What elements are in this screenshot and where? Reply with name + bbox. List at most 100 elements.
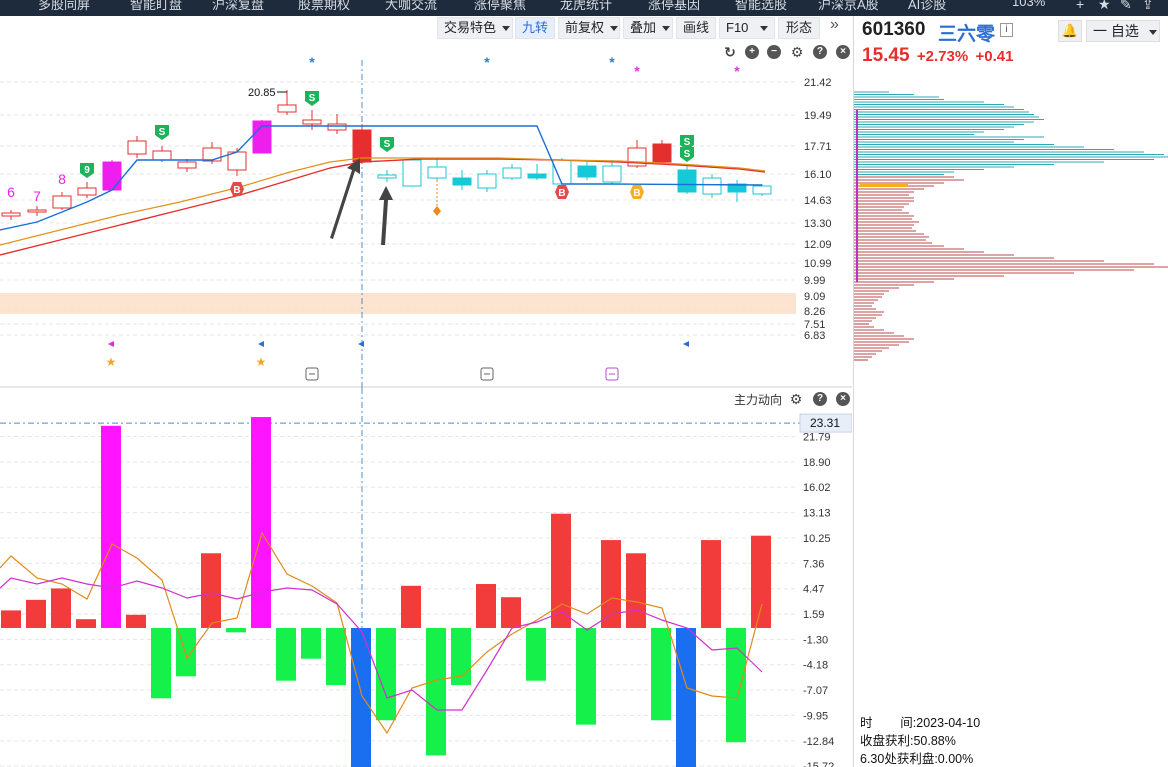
flow-bar (701, 540, 721, 628)
nine-turn-count: 8 (58, 171, 66, 187)
nine-turn-button[interactable]: 九转 (515, 17, 555, 39)
overlay-dropdown[interactable]: 叠加 (623, 17, 673, 39)
star-icon[interactable]: ★ (1098, 0, 1111, 13)
pre-adjust-dropdown[interactable]: 前复权 (558, 17, 620, 39)
zoom-in-icon[interactable]: + (745, 45, 759, 59)
sell-badge-text: S (159, 127, 166, 138)
candle-body (702, 177, 722, 195)
nav-item-smart-watch[interactable]: 智能盯盘 (130, 0, 182, 13)
flow-bar (651, 627, 671, 721)
add-favorite-dropdown[interactable]: 一 自选 (1086, 20, 1160, 42)
refresh-icon[interactable]: ↻ (723, 45, 737, 59)
gear-icon[interactable]: ⚙ (790, 45, 804, 59)
main-force-chart[interactable]: 21.79 18.90 16.02 13.13 10.25 7.36 4.47 1.59 -1.… (0, 388, 852, 767)
draw-line-button[interactable]: 画线 (676, 17, 716, 39)
candle-body (502, 167, 522, 179)
asterisk-marker: * (609, 54, 615, 70)
candle-body (52, 195, 72, 209)
trade-color-dropdown[interactable]: 交易特色 (437, 17, 513, 39)
close-icon[interactable]: × (836, 392, 850, 406)
pre-adjust-label: 前复权 (565, 20, 605, 35)
nav-item-ai-diagnosis[interactable]: AI诊股 (908, 0, 946, 13)
candle-body (577, 165, 597, 178)
chevron-down-icon (1148, 29, 1157, 35)
price-axis-label: 19.49 (804, 110, 832, 122)
candle-body (27, 209, 47, 213)
pattern-button[interactable]: 形态 (778, 17, 820, 39)
candle-body (152, 150, 172, 161)
price-axis-label: 8.26 (804, 306, 825, 318)
candle-body (177, 161, 197, 169)
more-chevron-icon[interactable]: » (830, 16, 839, 34)
nav-item-expert-talk[interactable]: 大咖交流 (385, 0, 437, 13)
nav-item-limit-up-gene[interactable]: 涨停基因 (648, 0, 700, 13)
nav-item-a-shares[interactable]: 沪深京A股 (818, 0, 879, 13)
flag-marker (358, 341, 364, 347)
stock-name[interactable]: 三六零 (938, 19, 995, 46)
chevron-down-icon (662, 26, 671, 32)
candle-body (602, 165, 622, 183)
help-icon[interactable]: ? (813, 392, 827, 406)
sub-axis-label: 21.79 (803, 431, 831, 443)
nine-badge-text: 9 (84, 165, 90, 176)
marker-diamond (433, 206, 441, 216)
price-line: 15.45 +2.73% +0.41 (862, 45, 1014, 67)
plus-icon[interactable]: + (1076, 0, 1084, 12)
candle-body (302, 119, 322, 125)
sub-axis-label: 4.47 (803, 584, 824, 596)
flow-bar (426, 627, 446, 756)
sell-badge-text: S (684, 137, 691, 148)
star-icon: ★ (106, 355, 117, 369)
share-icon[interactable]: ⇪ (1142, 0, 1154, 13)
price-axis-label: 13.30 (804, 218, 832, 230)
nav-item-dragon-tiger[interactable]: 龙虎统计 (560, 0, 612, 13)
cursor-value-label: 23.31 (810, 416, 840, 430)
nav-item-market-review[interactable]: 沪深复盘 (212, 0, 264, 13)
buy-badge-text: B (233, 185, 240, 196)
asterisk-marker: * (734, 63, 740, 79)
sub-axis-label: 13.13 (803, 508, 831, 520)
sub-axis-label: -7.07 (803, 685, 828, 697)
f10-dropdown[interactable]: F10 (719, 17, 775, 39)
candle-body (327, 123, 347, 131)
flow-bar (76, 619, 96, 628)
asterisk-marker: * (634, 63, 640, 79)
price-axis-label: 14.63 (804, 195, 832, 207)
change-percent: +2.73% (916, 48, 969, 65)
nav-item-multi-screen[interactable]: 多股同屏 (38, 0, 90, 13)
sub-axis-label: -9.95 (803, 710, 828, 722)
kline-chart[interactable]: 21.42 19.49 17.71 16.10 14.63 13.30 12.09 10.99… (0, 40, 852, 388)
flow-bar (51, 588, 71, 628)
sub-axis-label: -15.72 (803, 761, 834, 767)
top-nav-bar: 多股同屏 智能盯盘 沪深复盘 股票期权 大咖交流 涨停聚焦 龙虎统计 涨停基因 … (0, 0, 1168, 16)
flag-marker (258, 341, 264, 347)
chip-time: 时 间:2023-04-10 (860, 716, 981, 730)
sub-axis-label: -12.84 (803, 736, 834, 748)
chevron-down-icon (760, 26, 769, 32)
price-axis-label: 16.10 (804, 169, 832, 181)
flow-bar (26, 599, 46, 628)
bell-icon[interactable]: 🔔 (1058, 20, 1082, 42)
nav-item-limit-up-focus[interactable]: 涨停聚焦 (474, 0, 526, 13)
edit-icon[interactable]: ✎ (1120, 0, 1132, 13)
chip-info: 时 间:2023-04-10 收盘获利:50.88% 6.30处获利盘:0.00… (860, 714, 980, 767)
zoom-level: 103% (1012, 0, 1046, 9)
nav-item-stock-options[interactable]: 股票期权 (298, 0, 350, 13)
flow-bar (376, 627, 396, 721)
flow-bar (276, 627, 296, 681)
zoom-out-icon[interactable]: − (767, 45, 781, 59)
flow-bar (626, 553, 646, 628)
gear-icon[interactable]: ⚙ (789, 392, 803, 406)
annotation-arrow (379, 186, 393, 245)
close-icon[interactable]: × (836, 45, 850, 59)
help-icon[interactable]: ? (813, 45, 827, 59)
chart-toolbar: 交易特色 九转 前复权 叠加 画线 F10 形态 » (0, 16, 852, 40)
candle-body (477, 173, 497, 189)
sub-axis-label: 1.59 (803, 609, 824, 621)
candle-body (377, 174, 397, 179)
nine-turn-count: 7 (33, 188, 41, 204)
nav-item-smart-select[interactable]: 智能选股 (735, 0, 787, 13)
info-icon[interactable]: i (1000, 23, 1013, 37)
flow-bar (176, 627, 196, 677)
flow-bar (501, 597, 521, 628)
